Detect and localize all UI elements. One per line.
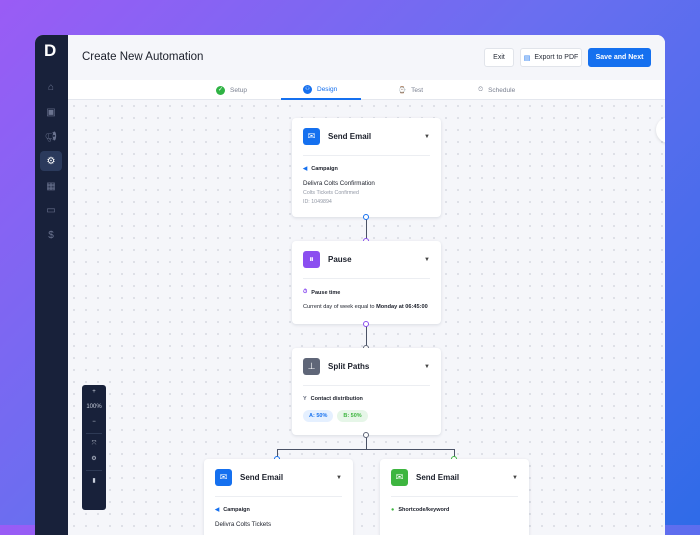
pause-condition: Current day of week equal to	[303, 304, 377, 310]
section-label: Campaign	[311, 166, 338, 172]
node-title: Send Email	[416, 473, 460, 482]
mail-icon: ✉	[391, 469, 408, 486]
export-pdf-button[interactable]: ▤ Export to PDF	[520, 48, 582, 67]
node-pause[interactable]: ⏸ Pause ▼ ⏱ Pause time Current day of week …	[292, 241, 441, 324]
tab-label: Setup	[230, 86, 247, 94]
page-title: Create New Automation	[82, 51, 204, 63]
megaphone-icon: ◀	[215, 507, 220, 513]
zoom-in-button[interactable]: +	[82, 385, 106, 400]
tab-label: Schedule	[488, 86, 516, 94]
node-send-email-a[interactable]: ✉ Send Email ▼ ◀ Campaign Delivra Colts Tic…	[204, 459, 353, 535]
zoom-level: 100%	[86, 404, 102, 410]
section-label: Campaign	[223, 507, 250, 513]
campaign-subject: Colts Tickets Confirmed	[303, 190, 359, 196]
megaphone-icon[interactable]: 📢︎	[40, 127, 62, 147]
add-node-button[interactable]: +	[656, 117, 665, 143]
header: Create New Automation Exit ▤ Export to PD…	[68, 35, 665, 80]
campaign-name: Delivra Colts Confirmation	[303, 180, 375, 187]
node-send-email[interactable]: ✉ Send Email ▼ ◀ Campaign Delivra Colts Con…	[292, 118, 441, 217]
automation-icon[interactable]: ⚙	[40, 151, 62, 171]
branch-icon: Y	[303, 396, 307, 402]
node-send-email-b[interactable]: ✉ Send Email ▼ ● Shortcode/keyword	[380, 459, 529, 535]
tab-test[interactable]: ⌚ Test	[398, 80, 423, 100]
check-icon: ✓	[216, 85, 225, 95]
workflow-canvas[interactable]: + ✉Send Email▼ ◀Campaign Delivra Colts C…	[68, 100, 665, 535]
node-title: Pause	[328, 255, 352, 264]
home-icon[interactable]: ⌂	[40, 77, 62, 97]
section-label: Shortcode/keyword	[398, 507, 450, 513]
test-icon: ⌚	[398, 87, 407, 94]
zoom-controls: + 100% − ⤧ ⚙ ▮	[82, 385, 106, 510]
schedule-icon: ⏲	[478, 86, 484, 93]
step-tabs: ✓ Setup ⚇ Design ⌚ Test ⏲ Schedule	[68, 80, 665, 100]
exit-button[interactable]: Exit	[484, 48, 514, 67]
settings-icon[interactable]: ⚙	[82, 452, 106, 467]
design-icon: ⚇	[303, 84, 312, 94]
chevron-down-icon[interactable]: ▼	[424, 134, 430, 140]
node-split-paths[interactable]: ⊥ Split Paths ▼ Y Contact distribution A: 5…	[292, 348, 441, 435]
node-title: Split Paths	[328, 362, 370, 371]
tab-setup[interactable]: ✓ Setup	[216, 80, 247, 100]
chevron-down-icon[interactable]: ▼	[336, 475, 342, 481]
split-icon: ⊥	[303, 358, 320, 375]
keyword-icon: ●	[391, 507, 395, 513]
node-title: Send Email	[328, 132, 372, 141]
export-label: Export to PDF	[534, 54, 579, 61]
trash-icon[interactable]: ▮	[82, 474, 106, 489]
billing-icon[interactable]: $	[40, 225, 62, 245]
reports-icon[interactable]: ▦	[40, 176, 62, 196]
section-label: Contact distribution	[310, 396, 363, 402]
pause-time: Monday at 06:45:00	[376, 304, 428, 310]
mail-icon: ✉	[303, 128, 320, 145]
pdf-icon: ▤	[523, 54, 531, 62]
calendar-icon[interactable]: ▣	[40, 102, 62, 122]
pause-icon: ⏸	[303, 251, 320, 268]
path-b-badge: B: 50%	[337, 410, 368, 422]
connector[interactable]	[363, 432, 369, 438]
fit-view-icon[interactable]: ⤧	[82, 437, 106, 452]
connector[interactable]	[363, 321, 369, 327]
campaign-id: ID: 1049894	[303, 199, 332, 205]
tab-label: Test	[411, 86, 424, 94]
chevron-down-icon[interactable]: ▼	[424, 257, 430, 263]
node-title: Send Email	[240, 473, 284, 482]
gallery-icon[interactable]: ▭	[40, 200, 62, 220]
tab-design[interactable]: ⚇ Design	[281, 80, 361, 100]
chevron-down-icon[interactable]: ▼	[512, 475, 518, 481]
path-a-badge: A: 50%	[303, 410, 334, 422]
mail-icon: ✉	[215, 469, 232, 486]
zoom-out-button[interactable]: −	[82, 415, 106, 430]
tab-label: Design	[317, 85, 338, 93]
sidebar: D ⌂ ▣ 📢︎ ⚙ ▦ ▭ $	[35, 35, 68, 535]
connector[interactable]	[363, 214, 369, 220]
section-label: Pause time	[311, 289, 341, 296]
timer-icon: ⏱	[303, 289, 308, 295]
megaphone-icon: ◀	[303, 166, 308, 172]
logo: D	[44, 41, 57, 60]
app-window: D ⌂ ▣ 📢︎ ⚙ ▦ ▭ $ Create New Automation E…	[35, 35, 665, 535]
tab-schedule[interactable]: ⏲ Schedule	[478, 80, 515, 100]
save-next-button[interactable]: Save and Next	[588, 48, 651, 67]
chevron-down-icon[interactable]: ▼	[424, 364, 430, 370]
